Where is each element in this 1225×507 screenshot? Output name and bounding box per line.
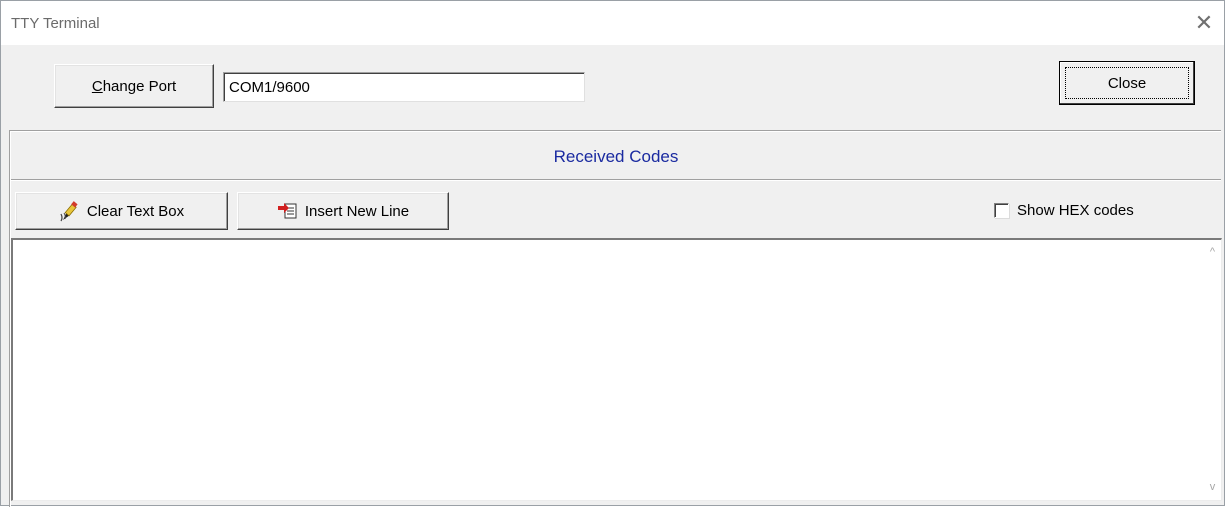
- scroll-up-icon[interactable]: ^: [1204, 244, 1221, 261]
- focus-rectangle: [1065, 67, 1189, 99]
- section-title: Received Codes: [553, 147, 679, 166]
- eraser-icon: [59, 200, 81, 222]
- close-window-icon[interactable]: ✕: [1190, 9, 1218, 37]
- scroll-down-icon[interactable]: v: [1204, 479, 1221, 496]
- port-field[interactable]: [223, 72, 585, 102]
- change-port-label: hange Port: [102, 77, 177, 95]
- clear-text-box-button[interactable]: Clear Text Box: [15, 192, 228, 230]
- tty-terminal-window: TTY Terminal ✕ Change Port Close Receive…: [0, 0, 1225, 507]
- vertical-scrollbar[interactable]: ^ v: [1204, 240, 1221, 500]
- insert-new-line-button[interactable]: Insert New Line: [237, 192, 449, 230]
- title-bar: TTY Terminal ✕: [1, 1, 1224, 45]
- change-port-accel: C: [91, 77, 103, 95]
- show-hex-checkbox[interactable]: [994, 202, 1009, 218]
- divider: [11, 179, 1221, 181]
- show-hex-checkbox-group[interactable]: Show HEX codes: [994, 200, 1134, 220]
- window-title: TTY Terminal: [11, 15, 100, 32]
- received-codes-textbox[interactable]: ^ v: [11, 238, 1222, 501]
- close-button[interactable]: Close: [1059, 61, 1195, 105]
- change-port-button[interactable]: Change Port: [54, 64, 214, 108]
- show-hex-label: Show HEX codes: [1017, 201, 1134, 219]
- divider: [9, 130, 1221, 132]
- insert-new-line-label: Insert New Line: [304, 202, 410, 220]
- insert-line-icon: [277, 200, 299, 222]
- clear-text-box-label: Clear Text Box: [86, 202, 185, 220]
